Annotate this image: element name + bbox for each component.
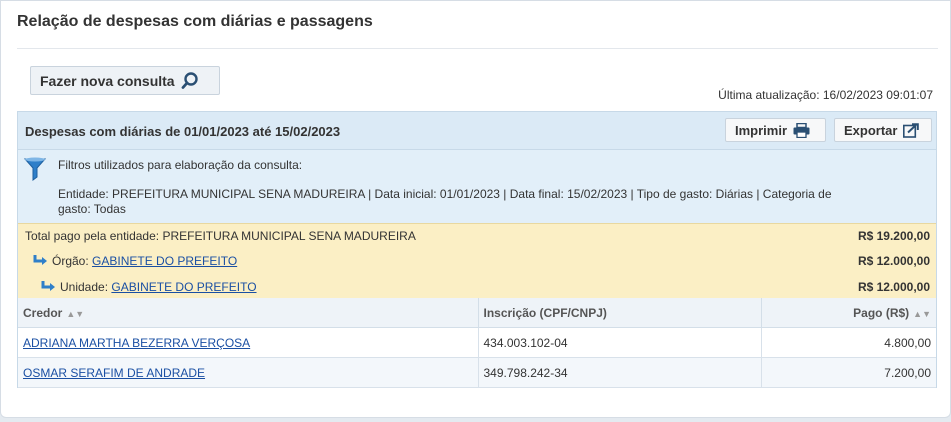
report-title: Despesas com diárias de 01/01/2023 até 1…	[25, 124, 341, 139]
total-orgao-row: Órgão: GABINETE DO PREFEITO R$ 12.000,00	[18, 254, 936, 272]
new-query-label: Fazer nova consulta	[40, 72, 175, 89]
print-button[interactable]: Imprimir	[725, 118, 826, 142]
export-icon	[903, 122, 920, 138]
table-header-row: Credor ▲▼ Inscrição (CPF/CNPJ) Pago (R$) ▲…	[18, 298, 936, 328]
column-header-inscricao: Inscrição (CPF/CNPJ)	[478, 298, 762, 328]
credor-cell: OSMAR SERAFIM DE ANDRADE	[18, 357, 479, 388]
orgao-label: Órgão:	[52, 254, 89, 268]
printer-icon	[793, 122, 810, 138]
unidade-link[interactable]: GABINETE DO PREFEITO	[111, 280, 256, 294]
expenses-table: Credor ▲▼ Inscrição (CPF/CNPJ) Pago (R$) ▲…	[18, 298, 936, 388]
unidade-label: Unidade:	[60, 280, 109, 294]
filters-text: Entidade: PREFEITURA MUNICIPAL SENA MADU…	[58, 187, 832, 216]
search-icon	[181, 71, 198, 89]
total-unidade-row: Unidade: GABINETE DO PREFEITO R$ 12.000,…	[18, 280, 936, 298]
pago-cell: 7.200,00	[761, 357, 936, 388]
export-button[interactable]: Exportar	[834, 118, 932, 142]
total-entity-amount: R$ 19.200,00	[857, 229, 930, 243]
filters-section: Filtros utilizados para elaboração da co…	[18, 150, 936, 223]
sort-icon: ▲▼	[66, 308, 85, 319]
export-label: Exportar	[844, 122, 898, 138]
new-query-button[interactable]: Fazer nova consulta	[30, 66, 220, 95]
credor-link[interactable]: OSMAR SERAFIM DE ANDRADE	[23, 366, 205, 380]
column-header-credor[interactable]: Credor ▲▼	[18, 298, 479, 328]
total-entity-label: Total pago pela entidade: PREFEITURA MUN…	[25, 229, 416, 243]
total-unidade-amount: R$ 12.000,00	[857, 280, 930, 294]
subdirectory-arrow-icon	[33, 255, 47, 265]
total-entity-row: Total pago pela entidade: PREFEITURA MUN…	[18, 229, 936, 247]
last-update-text: Última atualização: 16/02/2023 09:01:07	[718, 88, 933, 102]
table-row: ADRIANA MARTHA BEZERRA VERÇOSA 434.003.1…	[18, 327, 936, 358]
orgao-link[interactable]: GABINETE DO PREFEITO	[92, 254, 237, 268]
credor-cell: ADRIANA MARTHA BEZERRA VERÇOSA	[18, 327, 479, 358]
funnel-icon	[24, 157, 46, 181]
report-header: Despesas com diárias de 01/01/2023 até 1…	[18, 112, 936, 150]
main-panel: Relação de despesas com diárias e passag…	[0, 0, 951, 418]
column-header-pago[interactable]: Pago (R$) ▲▼	[761, 298, 936, 328]
inscricao-cell: 349.798.242-34	[478, 357, 762, 388]
inscricao-cell: 434.003.102-04	[478, 327, 762, 358]
subdirectory-arrow-icon	[41, 281, 55, 291]
table-row: OSMAR SERAFIM DE ANDRADE 349.798.242-34 …	[18, 357, 936, 388]
credor-link[interactable]: ADRIANA MARTHA BEZERRA VERÇOSA	[23, 336, 250, 350]
report-box: Despesas com diárias de 01/01/2023 até 1…	[17, 111, 937, 388]
page-title: Relação de despesas com diárias e passag…	[17, 13, 373, 30]
totals-section: Total pago pela entidade: PREFEITURA MUN…	[18, 223, 936, 299]
sort-icon: ▲▼	[913, 308, 931, 319]
title-divider	[17, 48, 938, 49]
filters-label: Filtros utilizados para elaboração da co…	[58, 158, 303, 172]
print-label: Imprimir	[735, 122, 788, 138]
pago-cell: 4.800,00	[761, 327, 936, 358]
total-orgao-amount: R$ 12.000,00	[857, 254, 930, 268]
